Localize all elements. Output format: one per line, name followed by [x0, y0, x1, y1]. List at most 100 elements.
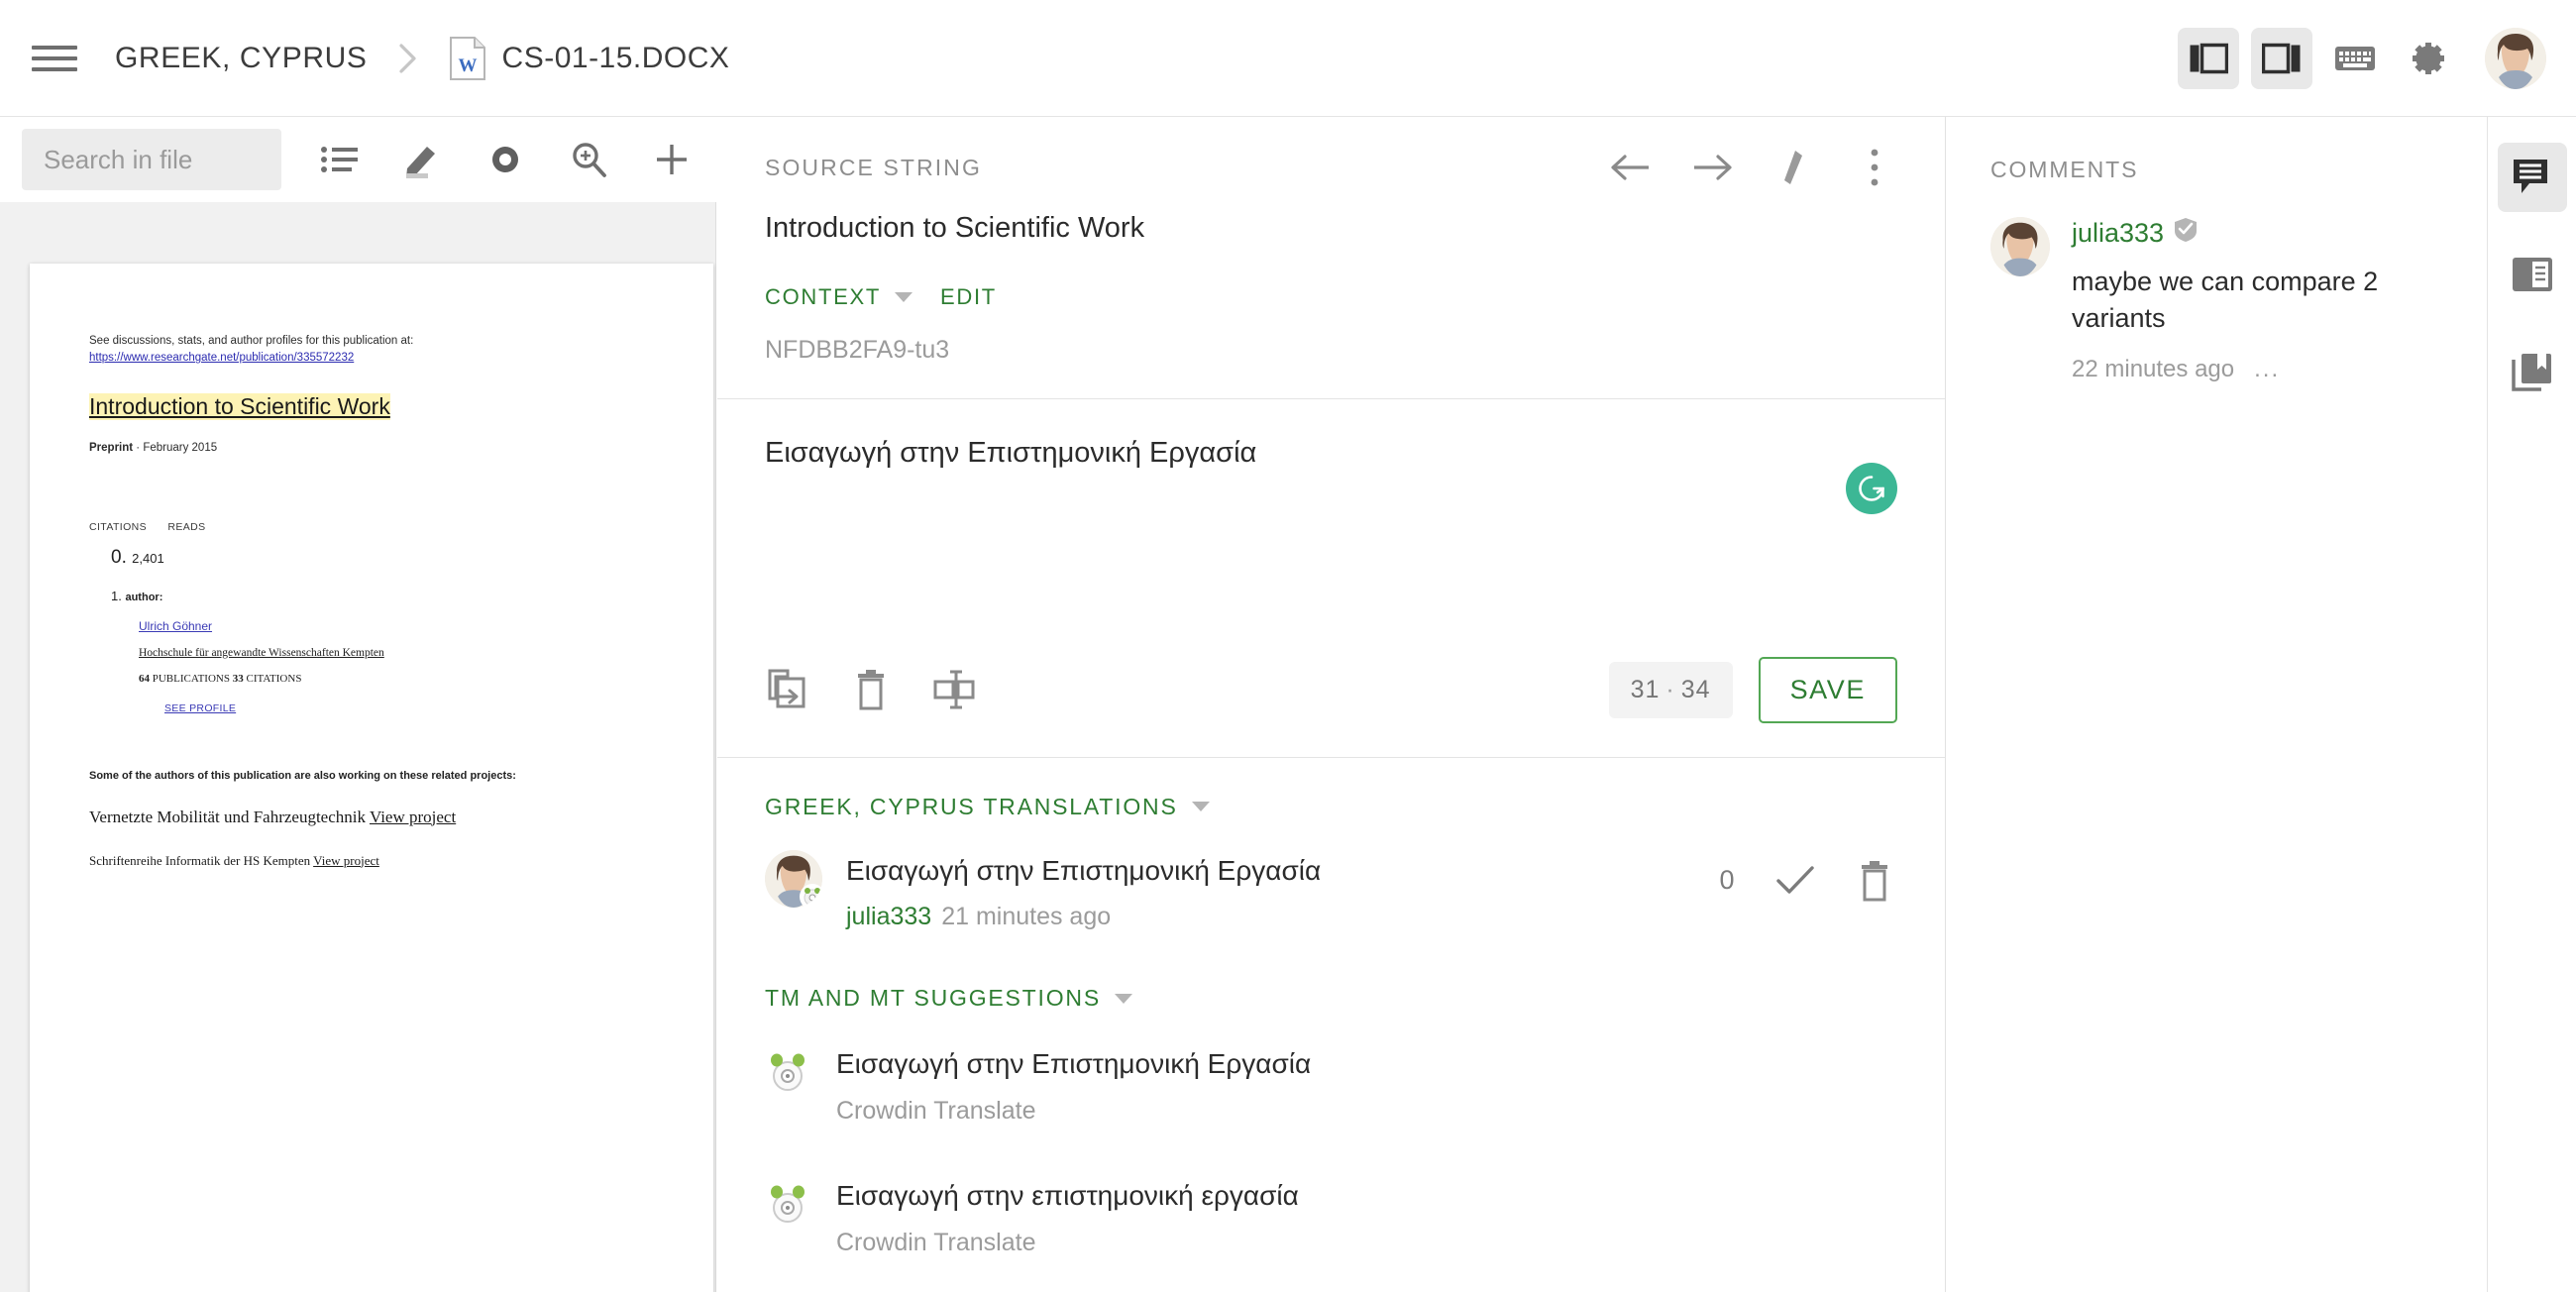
editor-action-bar: 31 · 34 SAVE	[717, 656, 1945, 757]
save-button[interactable]: SAVE	[1758, 656, 1897, 723]
doc-project-2-link[interactable]: View project	[313, 853, 379, 868]
suggestion-item-body: Εισαγωγή στην Επιστημονική Εργασία Crowd…	[836, 1045, 1311, 1126]
doc-citations-label: CITATIONS	[89, 520, 148, 533]
suggestion-item-text: Εισαγωγή στην επιστημονική εργασία	[836, 1180, 1299, 1212]
string-identifier: NFDBB2FA9-tu3	[765, 335, 950, 364]
right-rail	[2487, 117, 2576, 1292]
add-plus-icon[interactable]	[646, 134, 698, 185]
editor-save-area: 31 · 34 SAVE	[1608, 656, 1897, 723]
suggestion-item-source: Crowdin Translate	[836, 1097, 1036, 1126]
glossary-tab[interactable]	[2498, 337, 2567, 406]
copy-source-icon[interactable]	[765, 667, 810, 712]
terms-tab[interactable]	[2498, 240, 2567, 309]
translations-section-header[interactable]: GREEK, CYPRUS TRANSLATIONS	[717, 758, 1945, 820]
suggestions-section-header[interactable]: TM AND MT SUGGESTIONS	[717, 931, 1945, 1012]
layout-left-toggle[interactable]	[2178, 27, 2239, 89]
edit-source-pencil-icon[interactable]	[1771, 145, 1816, 190]
doc-author-count-row: 1. author:	[111, 588, 163, 603]
doc-author-citations-count: 33	[232, 672, 244, 685]
comment-more-button[interactable]: ...	[2254, 356, 2280, 383]
chevron-down-icon[interactable]	[1191, 802, 1210, 812]
source-string-label: SOURCE STRING	[765, 154, 982, 180]
doc-publications-label: PUBLICATIONS	[152, 672, 230, 685]
editor-tools	[765, 667, 977, 712]
char-separator: ·	[1665, 675, 1675, 703]
left-toolbar	[0, 117, 716, 202]
breadcrumb-project[interactable]: GREEK, CYPRUS	[115, 42, 368, 75]
source-string-actions	[1608, 145, 1897, 190]
doc-related-note: Some of the authors of this publication …	[89, 769, 516, 782]
suggestion-list-item[interactable]: Εισαγωγή στην Επιστημονική Εργασία Crowd…	[717, 1012, 1945, 1126]
comment-author-name[interactable]: julia333	[2072, 218, 2164, 249]
translation-list-item[interactable]: Εισαγωγή στην Επιστημονική Εργασία julia…	[717, 820, 1945, 932]
context-toggle[interactable]: CONTEXT	[765, 284, 881, 310]
doc-see-profile-link[interactable]: SEE PROFILE	[164, 702, 654, 714]
doc-author-label: author:	[125, 591, 163, 603]
crowdin-editor-app: GREEK, CYPRUS W CS-01-15.DOCX Search in …	[0, 0, 2576, 1292]
top-bar: GREEK, CYPRUS W CS-01-15.DOCX	[0, 0, 2576, 117]
edit-context-button[interactable]: EDIT	[940, 284, 997, 310]
translation-item-user[interactable]: julia333	[846, 903, 931, 930]
doc-project-2: Schriftenreihe Informatik der HS Kempten…	[89, 853, 654, 869]
breadcrumb-file[interactable]: W CS-01-15.DOCX	[449, 36, 730, 81]
translation-item-text: Εισαγωγή στην Επιστημονική Εργασία	[846, 854, 1322, 886]
arrow-left-icon[interactable]	[1608, 145, 1654, 190]
comment-author-avatar[interactable]	[1990, 217, 2050, 276]
chevron-right-icon	[395, 42, 421, 75]
arrow-right-icon[interactable]	[1689, 145, 1735, 190]
delete-translation-trash-icon[interactable]	[1852, 858, 1897, 904]
comments-panel-title: COMMENTS	[1990, 157, 2139, 182]
clear-translation-trash-icon[interactable]	[848, 667, 894, 712]
grammarly-icon[interactable]	[1846, 462, 1897, 514]
source-string-meta: CONTEXT EDIT	[717, 249, 1945, 310]
gear-icon[interactable]	[2398, 28, 2459, 89]
kebab-menu-icon[interactable]	[1852, 145, 1897, 190]
chevron-down-icon[interactable]	[1114, 993, 1132, 1004]
translation-input[interactable]	[765, 432, 1897, 474]
search-input[interactable]	[22, 129, 281, 190]
char-limit: 34	[1680, 675, 1711, 703]
edit-pencil-icon[interactable]	[396, 134, 448, 185]
top-bar-actions	[2178, 27, 2576, 89]
layout-right-toggle[interactable]	[2251, 27, 2312, 89]
chevron-down-icon[interactable]	[895, 291, 913, 302]
document-scroll-area[interactable]: See discussions, stats, and author profi…	[0, 202, 716, 1292]
doc-intro-line: See discussions, stats, and author profi…	[89, 333, 654, 368]
zoom-search-icon[interactable]	[563, 134, 614, 185]
character-counter: 31 · 34	[1608, 661, 1733, 718]
suggestions-section-title: TM AND MT SUGGESTIONS	[765, 985, 1101, 1012]
doc-stat-labels: CITATIONS READS	[89, 521, 654, 533]
insert-tag-icon[interactable]	[931, 667, 977, 712]
file-preview-panel: See discussions, stats, and author profi…	[0, 117, 716, 1292]
doc-reads-value: 2,401	[132, 550, 164, 566]
approve-check-icon[interactable]	[1772, 858, 1818, 904]
comment-meta: 22 minutes ago ...	[2072, 356, 2442, 383]
doc-project-1-link[interactable]: View project	[370, 808, 456, 826]
doc-preprint-label: Preprint	[89, 441, 134, 454]
doc-reads-label: READS	[167, 520, 206, 533]
translation-input-card: 31·34 SAVE	[717, 398, 1945, 758]
word-document-icon: W	[449, 36, 486, 81]
translation-author-avatar	[765, 849, 822, 908]
comment-author-row: julia333	[2072, 217, 2442, 250]
doc-author-name[interactable]: Ulrich Göhner	[139, 619, 654, 633]
comment-text: maybe we can compare 2 variants	[2072, 267, 2379, 334]
keyboard-icon[interactable]	[2324, 28, 2386, 89]
translations-section-title: GREEK, CYPRUS TRANSLATIONS	[765, 793, 1178, 819]
vote-count[interactable]: 0	[1715, 865, 1739, 896]
preview-eye-icon[interactable]	[480, 134, 531, 185]
comments-tab[interactable]	[2497, 143, 2567, 212]
comment-item: julia333 maybe we can compare 2 variants…	[1947, 183, 2486, 383]
list-view-icon[interactable]	[313, 134, 365, 185]
avatar[interactable]	[2485, 27, 2546, 89]
suggestion-list-item[interactable]: Εισαγωγή στην επιστημονική εργασία Crowd…	[717, 1126, 1945, 1257]
source-string-header: SOURCE STRING	[717, 117, 1945, 186]
doc-intro-link[interactable]: https://www.researchgate.net/publication…	[89, 352, 354, 364]
doc-author-affiliation: Hochschule für angewandte Wissenschaften…	[139, 646, 384, 659]
doc-intro-text: See discussions, stats, and author profi…	[89, 335, 414, 347]
crowdin-badge-icon	[800, 883, 822, 908]
suggestion-item-body: Εισαγωγή στην επιστημονική εργασία Crowd…	[836, 1177, 1299, 1257]
document-page: See discussions, stats, and author profi…	[30, 264, 713, 1292]
comments-panel: COMMENTS julia333 maybe we can compare 2…	[1947, 117, 2486, 1292]
hamburger-menu-icon[interactable]	[32, 42, 77, 75]
